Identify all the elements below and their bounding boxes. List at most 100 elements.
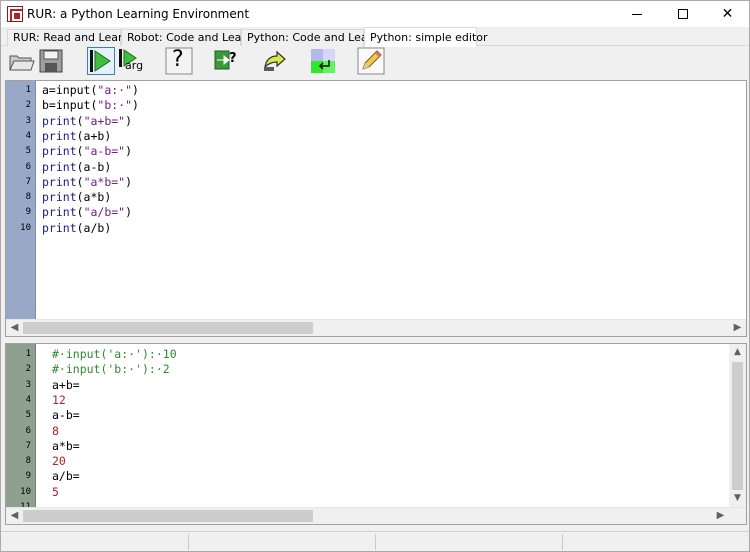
help-button[interactable]: ? bbox=[165, 47, 193, 75]
clear-pencil-icon bbox=[357, 47, 385, 75]
code-token: print bbox=[42, 113, 77, 128]
run-program-button[interactable] bbox=[87, 47, 115, 75]
line-number: 9 bbox=[25, 207, 31, 218]
output-horizontal-scrollbar[interactable]: ◀ ▶ bbox=[6, 507, 746, 524]
status-cell bbox=[563, 534, 749, 550]
line-number: 9 bbox=[25, 471, 31, 482]
minimize-button[interactable] bbox=[614, 1, 659, 27]
reload-arrow-icon bbox=[264, 50, 286, 71]
code-token: print bbox=[42, 190, 77, 205]
tab-python-code-and-learn[interactable]: Python: Code and Learn bbox=[241, 29, 379, 46]
code-token: print bbox=[42, 205, 77, 220]
code-token: 20 bbox=[52, 454, 66, 469]
code-token: "a*b=" bbox=[83, 174, 126, 189]
code-line: print(a*b) bbox=[42, 190, 111, 205]
code-token: ) bbox=[125, 113, 133, 128]
scroll-up-arrow-icon[interactable]: ▲ bbox=[729, 344, 746, 361]
scroll-left-arrow-icon[interactable]: ◀ bbox=[6, 508, 23, 524]
app-window: RUR: a Python Learning Environment ✕ RUR… bbox=[0, 0, 750, 552]
status-cell bbox=[376, 534, 563, 550]
status-cell bbox=[1, 534, 189, 550]
code-token: a/b= bbox=[52, 469, 80, 484]
scroll-thumb[interactable] bbox=[732, 362, 743, 490]
status-cell bbox=[189, 534, 376, 550]
output-vertical-scrollbar[interactable]: ▲ ▼ bbox=[729, 344, 746, 507]
line-number: 6 bbox=[25, 161, 31, 172]
editor-horizontal-scrollbar[interactable]: ◀ ▶ bbox=[6, 319, 746, 336]
scroll-right-arrow-icon[interactable]: ▶ bbox=[729, 320, 746, 336]
window-title: RUR: a Python Learning Environment bbox=[27, 7, 250, 21]
code-token: (a+b) bbox=[76, 128, 112, 143]
code-token: a*b= bbox=[52, 438, 80, 453]
code-token: (a-b) bbox=[76, 159, 112, 174]
code-token: ) bbox=[125, 144, 133, 159]
code-line: print("a*b=") bbox=[42, 175, 132, 190]
code-line: print(a+b) bbox=[42, 129, 111, 144]
code-token: 12 bbox=[52, 392, 66, 407]
status-bar bbox=[1, 531, 749, 551]
code-line: a-b= bbox=[52, 408, 80, 423]
code-editor[interactable]: 1 2 3 4 5 6 7 8 9 10 a=input("a:·") b=input("b:·")… bbox=[5, 80, 747, 337]
line-number: 1 bbox=[25, 349, 31, 359]
code-line: a/b= bbox=[52, 469, 80, 484]
line-number: 4 bbox=[25, 130, 31, 141]
code-token: a-b= bbox=[52, 408, 80, 423]
open-file-button[interactable] bbox=[7, 47, 35, 75]
scroll-right-arrow-icon[interactable]: ▶ bbox=[712, 508, 729, 524]
line-number: 2 bbox=[25, 100, 31, 111]
code-token: ) bbox=[132, 98, 139, 113]
code-line: b=input("b:·") bbox=[42, 98, 139, 113]
swap-panes-button[interactable] bbox=[309, 47, 337, 75]
code-line: print(a/b) bbox=[42, 221, 111, 236]
clear-editor-button[interactable] bbox=[357, 47, 385, 75]
output-pane[interactable]: 1234567891011 #·input('a:·'):·10#·input(… bbox=[5, 343, 747, 525]
open-folder-icon bbox=[9, 55, 35, 71]
save-file-button[interactable] bbox=[37, 47, 65, 75]
code-line: 12 bbox=[52, 393, 66, 408]
scroll-down-arrow-icon[interactable]: ▼ bbox=[729, 490, 746, 507]
code-token: "a/b=" bbox=[83, 205, 126, 220]
line-number: 1 bbox=[25, 85, 31, 95]
code-token: ) bbox=[125, 174, 133, 189]
line-number: 7 bbox=[25, 176, 31, 187]
code-token: ( bbox=[76, 144, 84, 159]
code-token: print bbox=[42, 144, 77, 159]
code-token: #·input('a:·'):·10 bbox=[52, 347, 177, 361]
input-prompt-button[interactable]: ? bbox=[213, 47, 241, 75]
maximize-button[interactable] bbox=[660, 1, 705, 27]
line-number: 3 bbox=[25, 115, 31, 126]
code-token: print bbox=[42, 159, 77, 174]
tab-robot-code-and-learn[interactable]: Robot: Code and Learn bbox=[121, 29, 253, 46]
reload-button[interactable] bbox=[261, 47, 289, 75]
line-number: 5 bbox=[25, 146, 31, 157]
code-token: "b:·" bbox=[97, 98, 133, 113]
run-with-arguments-button[interactable]: arg bbox=[117, 47, 145, 75]
line-number: 7 bbox=[25, 440, 31, 451]
code-token: b=input( bbox=[42, 98, 98, 113]
close-button[interactable]: ✕ bbox=[705, 1, 750, 27]
code-line: 20 bbox=[52, 454, 66, 469]
code-token: #·input('b:·'):·2 bbox=[52, 362, 170, 377]
code-token: 8 bbox=[52, 423, 59, 438]
tab-python-simple-editor[interactable]: Python: simple editor bbox=[364, 27, 488, 47]
maximize-icon bbox=[677, 9, 688, 19]
tab-rur-read-and-learn[interactable]: RUR: Read and Learn bbox=[7, 29, 129, 46]
close-icon: ✕ bbox=[721, 6, 734, 22]
help-label: ? bbox=[172, 47, 184, 72]
toolbar: arg ? ? bbox=[1, 47, 749, 77]
save-disk-icon bbox=[39, 49, 63, 73]
code-line: #·input('a:·'):·10 bbox=[52, 347, 177, 362]
output-line-number-gutter: 1234567891011 bbox=[6, 344, 36, 512]
line-number-gutter: 1 2 3 4 5 6 7 8 9 10 bbox=[6, 81, 36, 319]
code-token: (a/b) bbox=[76, 220, 112, 235]
run-play-icon bbox=[90, 50, 111, 72]
run-arg-label: arg bbox=[125, 59, 144, 72]
scroll-thumb[interactable] bbox=[23, 322, 313, 334]
code-line: 5 bbox=[52, 485, 59, 500]
input-arrow-icon bbox=[214, 50, 230, 70]
scroll-left-arrow-icon[interactable]: ◀ bbox=[6, 320, 23, 336]
title-bar[interactable]: RUR: a Python Learning Environment ✕ bbox=[1, 1, 749, 27]
app-logo-icon bbox=[7, 6, 23, 22]
scroll-thumb[interactable] bbox=[23, 510, 313, 522]
line-number: 10 bbox=[20, 486, 31, 497]
